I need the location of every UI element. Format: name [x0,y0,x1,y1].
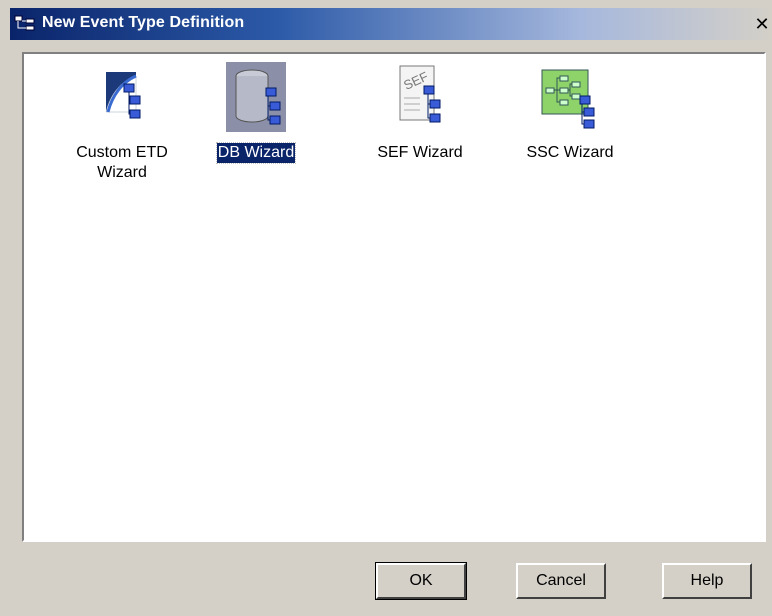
wizard-item-custom-etd[interactable]: Custom ETD Wizard [62,62,182,183]
wizard-label: SSC Wizard [526,144,614,161]
wizard-label: Custom ETD Wizard [76,144,168,181]
help-button[interactable]: Help [662,563,752,599]
close-icon: ✕ [754,14,770,34]
close-button[interactable]: ✕ [752,14,772,34]
tree-structure-icon [14,15,35,31]
title-bar[interactable]: New Event Type Definition ✕ [10,8,772,40]
wizard-item-sef[interactable]: SEF SEF Wizard [360,62,480,163]
wizard-list-panel: Custom ETD Wizard DB Wizard SEF SEF Wiza… [22,52,766,542]
new-event-type-dialog: New Event Type Definition ✕ Custom ETD W… [0,0,772,616]
ok-button[interactable]: OK [375,562,467,600]
database-icon [226,62,286,132]
ssc-diagram-icon [541,69,595,129]
sef-document-icon: SEF [399,65,441,123]
dialog-title: New Event Type Definition [42,14,245,31]
wizard-item-db[interactable]: DB Wizard [196,62,316,164]
wizard-item-ssc[interactable]: SSC Wizard [510,62,630,163]
wizard-label: SEF Wizard [377,144,463,161]
cancel-button[interactable]: Cancel [516,563,606,599]
wizard-label: DB Wizard [215,142,297,164]
custom-etd-icon [105,72,141,119]
